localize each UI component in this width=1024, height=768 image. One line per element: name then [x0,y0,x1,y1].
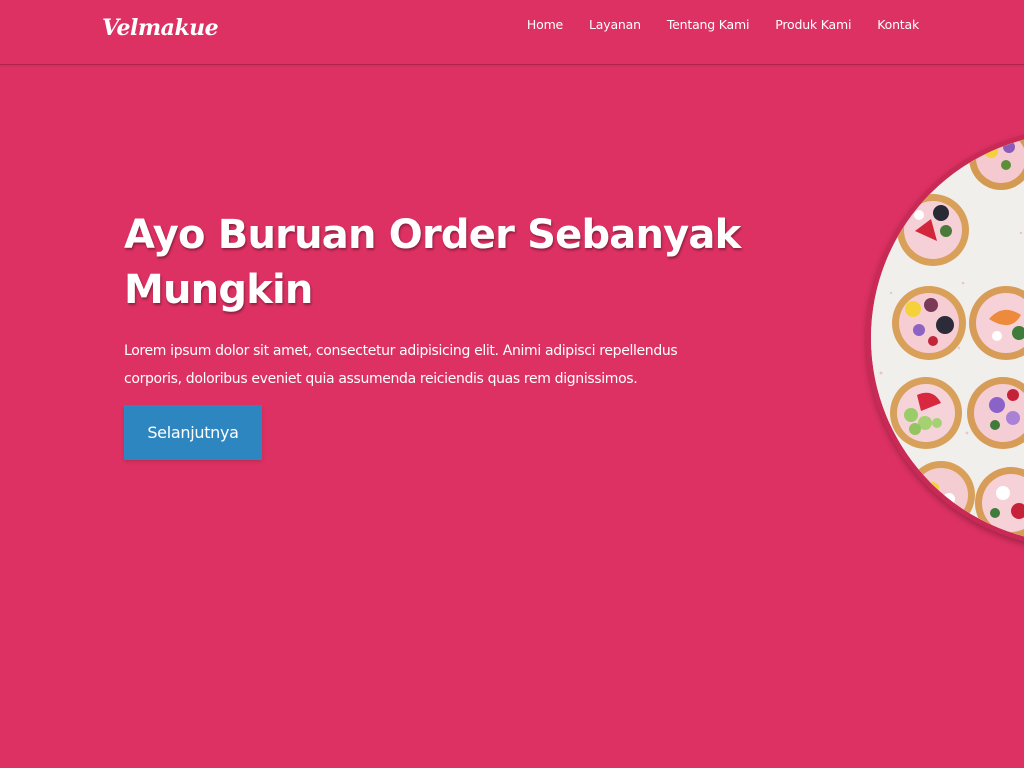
main-nav: Home Layanan Tentang Kami Produk Kami Ko… [527,17,919,32]
navbar: Velmakue Home Layanan Tentang Kami Produ… [0,0,1024,65]
nav-link-produk-kami[interactable]: Produk Kami [775,17,851,32]
nav-link-tentang-kami[interactable]: Tentang Kami [667,17,750,32]
next-button[interactable]: Selanjutnya [124,405,262,460]
hero-title: Ayo Buruan Order Sebanyak Mungkin [124,212,741,313]
hero-image-tarts [866,128,1024,548]
nav-link-home[interactable]: Home [527,17,563,32]
landing-page: Velmakue Home Layanan Tentang Kami Produ… [0,0,1024,768]
nav-link-kontak[interactable]: Kontak [877,17,919,32]
nav-link-layanan[interactable]: Layanan [589,17,641,32]
brand-logo[interactable]: Velmakue [102,15,219,41]
hero-description: Lorem ipsum dolor sit amet, consectetur … [124,343,678,387]
